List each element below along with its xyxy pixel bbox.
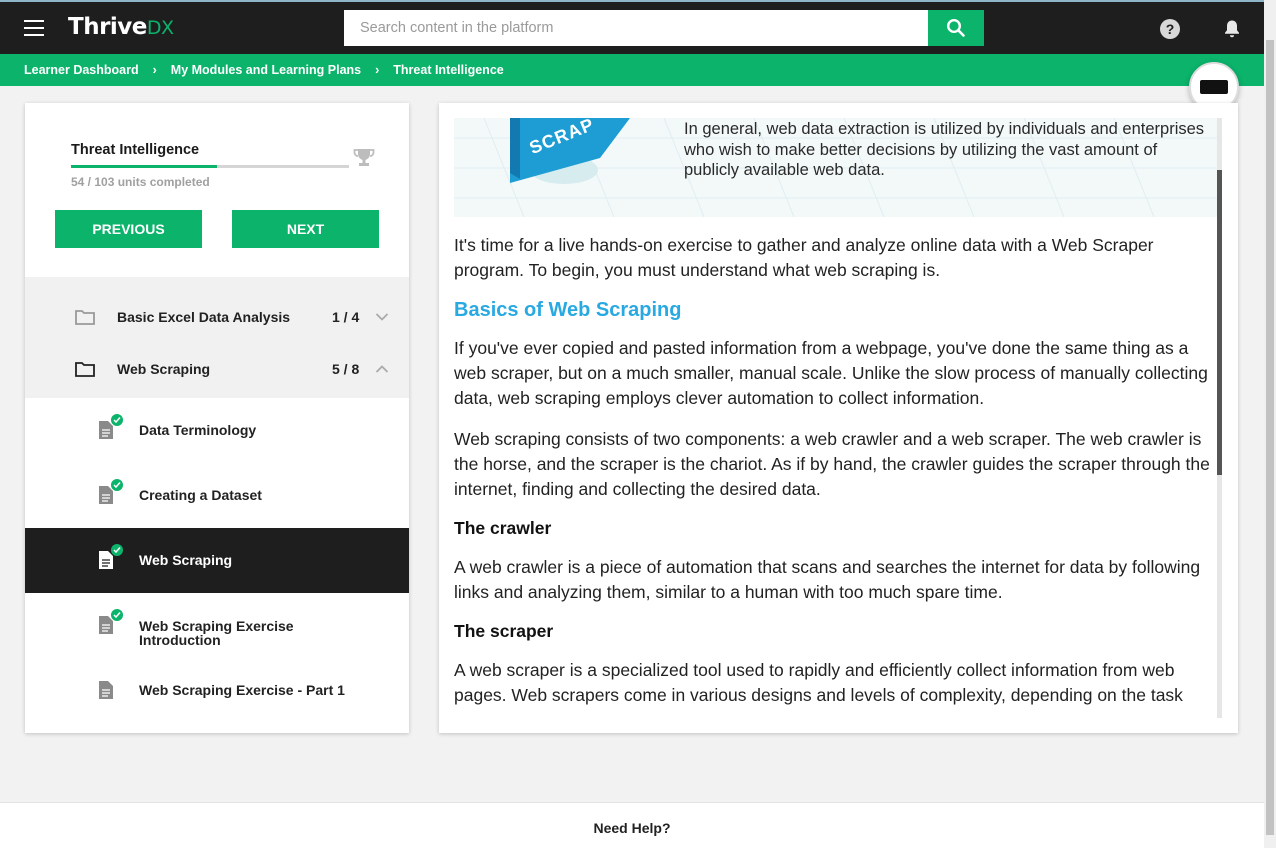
completed-check-icon — [110, 543, 124, 557]
paragraph: If you've ever copied and pasted informa… — [454, 338, 1208, 408]
page-scrollbar[interactable] — [1264, 0, 1276, 848]
unit-title: Data Terminology — [139, 422, 257, 438]
paragraph: Web scraping consists of two components:… — [454, 429, 1210, 499]
next-button[interactable]: NEXT — [232, 210, 379, 248]
unit-title-line2: Introduction — [139, 632, 221, 648]
completed-check-icon — [110, 608, 124, 622]
unit-web-scraping-active[interactable]: Web Scraping — [25, 528, 409, 593]
completed-check-icon — [110, 478, 124, 492]
course-navigation-panel: Threat Intelligence 54 / 103 units compl… — [25, 103, 409, 733]
unit-data-terminology[interactable]: Data Terminology — [25, 398, 409, 463]
trophy-icon — [353, 149, 375, 166]
section-title: Web Scraping — [117, 361, 211, 377]
banner-image: SCRAP In general, web data extraction is… — [454, 118, 1217, 217]
section-heading: Basics of Web Scraping — [454, 299, 682, 321]
content-scrollbar[interactable] — [1217, 118, 1222, 718]
page-scrollbar-thumb[interactable] — [1266, 40, 1274, 835]
subheading-crawler: The crawler — [454, 518, 552, 538]
keyboard-icon — [1200, 80, 1228, 94]
completed-check-icon — [110, 413, 124, 427]
logo-main: Thrive — [68, 14, 147, 40]
unit-web-scraping-exercise-intro[interactable]: Web Scraping Exercise Introduction — [25, 593, 409, 658]
unit-web-scraping-exercise-part1[interactable]: Web Scraping Exercise - Part 1 — [25, 658, 409, 723]
lesson-content-panel: SCRAP In general, web data extraction is… — [439, 103, 1238, 733]
article-body: It's time for a live hands-on exercise t… — [454, 233, 1214, 724]
help-icon[interactable]: ? — [1160, 19, 1180, 39]
course-progress-bar — [71, 165, 349, 168]
section-title: Basic Excel Data Analysis — [117, 309, 291, 325]
logo-suffix: DX — [146, 17, 174, 39]
need-help-link[interactable]: Need Help? — [593, 820, 670, 836]
breadcrumb-bar: Learner Dashboard › My Modules and Learn… — [0, 54, 1264, 86]
breadcrumb-learner-dashboard[interactable]: Learner Dashboard — [24, 63, 139, 77]
search-icon — [946, 18, 965, 37]
unit-title: Creating a Dataset — [139, 487, 262, 503]
intro-paragraph: It's time for a live hands-on exercise t… — [454, 235, 1154, 280]
unit-creating-a-dataset[interactable]: Creating a Dataset — [25, 463, 409, 528]
section-basic-excel[interactable]: Basic Excel Data Analysis 1 / 4 — [25, 291, 409, 343]
section-count: 1 / 4 — [332, 309, 360, 325]
chevron-right-icon: › — [152, 63, 157, 77]
course-title: Threat Intelligence — [71, 142, 200, 158]
folder-icon — [75, 362, 95, 377]
top-navbar: ThriveDX ? — [0, 0, 1264, 54]
course-progress-fill — [71, 165, 217, 168]
progress-text: 54 / 103 units completed — [71, 175, 210, 189]
search-input[interactable] — [344, 10, 928, 46]
bell-icon[interactable] — [1223, 19, 1241, 39]
footer: Need Help? — [0, 802, 1264, 848]
sections-list: Basic Excel Data Analysis 1 / 4 Web Scra… — [25, 277, 409, 398]
previous-button[interactable]: PREVIOUS — [55, 210, 202, 248]
paragraph: A web crawler is a piece of automation t… — [454, 557, 1201, 602]
unit-title: Web Scraping — [139, 552, 233, 568]
logo[interactable]: ThriveDX — [68, 14, 174, 40]
search-button[interactable] — [928, 10, 984, 46]
section-count: 5 / 8 — [332, 361, 360, 377]
breadcrumb: Learner Dashboard › My Modules and Learn… — [24, 63, 504, 77]
content-scrollbar-thumb[interactable] — [1217, 170, 1222, 475]
document-icon — [99, 681, 113, 699]
chevron-right-icon: › — [375, 63, 380, 77]
chevron-down-icon[interactable] — [375, 312, 389, 322]
folder-icon — [75, 310, 95, 325]
menu-icon[interactable] — [24, 20, 44, 36]
unit-title: Web Scraping Exercise - Part 1 — [139, 682, 345, 698]
breadcrumb-my-modules[interactable]: My Modules and Learning Plans — [171, 63, 361, 77]
banner-text: In general, web data extraction is utili… — [684, 120, 1205, 179]
section-web-scraping[interactable]: Web Scraping 5 / 8 — [25, 343, 409, 395]
breadcrumb-threat-intelligence[interactable]: Threat Intelligence — [393, 63, 503, 77]
unit-title: Web Scraping Exercise — [139, 618, 294, 634]
chevron-up-icon[interactable] — [375, 364, 389, 374]
paragraph: A web scraper is a specialized tool used… — [454, 660, 1183, 705]
subheading-scraper: The scraper — [454, 621, 554, 641]
